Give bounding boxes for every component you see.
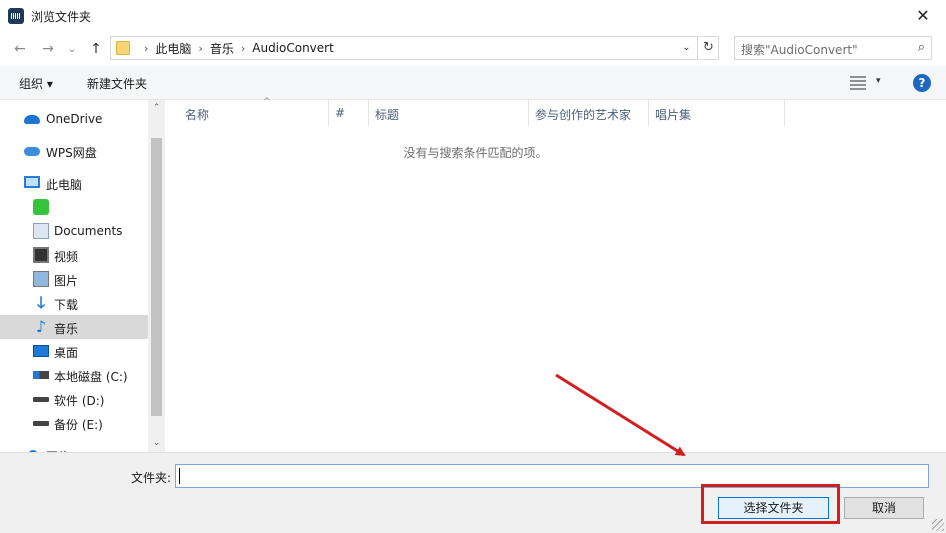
picture-icon xyxy=(33,271,49,287)
sidebar-item-wps-drive[interactable]: WPS网盘 xyxy=(0,139,148,163)
system-drive-icon xyxy=(33,371,49,379)
view-dropdown-icon[interactable]: ▾ xyxy=(876,76,881,86)
sidebar-item-drive-c[interactable]: 本地磁盘 (C:) xyxy=(0,363,148,387)
column-header-album[interactable]: 唱片集 xyxy=(649,100,785,126)
command-toolbar: 组织 ▾ 新建文件夹 ▾ ? xyxy=(0,66,946,100)
refresh-icon[interactable]: ↻ xyxy=(699,36,719,60)
file-list[interactable]: 名称 ^ # 标题 参与创作的艺术家 唱片集 没有与搜索条件匹配的项。 xyxy=(165,97,946,452)
column-label: 参与创作的艺术家 xyxy=(535,108,632,122)
title-bar: 浏览文件夹 ✕ xyxy=(0,0,946,32)
text-cursor xyxy=(179,468,180,484)
search-input[interactable]: 搜索"AudioConvert" xyxy=(741,41,858,58)
new-folder-button[interactable]: 新建文件夹 xyxy=(87,75,147,92)
onedrive-icon xyxy=(24,115,40,124)
resize-grip[interactable] xyxy=(932,519,944,531)
drive-icon xyxy=(33,421,49,426)
column-header-name[interactable]: 名称 ^ xyxy=(179,97,329,126)
sidebar-item-drive-e[interactable]: 备份 (E:) xyxy=(0,411,148,435)
wps-cloud-icon xyxy=(24,147,40,156)
search-box[interactable]: 搜索"AudioConvert" ⌕ xyxy=(734,36,932,60)
sidebar-item-label: 视频 xyxy=(54,250,79,264)
scroll-up-icon[interactable]: ⌃ xyxy=(148,100,165,117)
green-app-icon xyxy=(33,199,49,215)
sidebar-item-label: Documents xyxy=(54,224,123,238)
sidebar-item-desktop[interactable]: 桌面 xyxy=(0,339,148,363)
scroll-down-icon[interactable]: ⌄ xyxy=(148,435,165,452)
sidebar-scrollbar[interactable]: ⌃ ⌄ xyxy=(148,100,165,452)
breadcrumb: › 此电脑 › 音乐 › AudioConvert xyxy=(137,37,334,59)
column-label: 唱片集 xyxy=(655,108,692,122)
sidebar-item-network[interactable]: 网络 xyxy=(0,443,148,452)
sidebar-item-label: 此电脑 xyxy=(46,178,83,192)
select-folder-button[interactable]: 选择文件夹 xyxy=(718,497,829,519)
sidebar-item-app-folder[interactable] xyxy=(0,195,148,219)
sidebar-item-downloads[interactable]: 🡓 下载 xyxy=(0,291,148,315)
organize-button[interactable]: 组织 ▾ xyxy=(19,75,53,92)
computer-icon xyxy=(24,176,40,188)
sidebar-item-music[interactable]: ♪ 音乐 xyxy=(0,315,148,339)
sidebar-item-label: OneDrive xyxy=(46,112,103,126)
sidebar-item-label: 软件 (D:) xyxy=(54,394,105,408)
column-header-artist[interactable]: 参与创作的艺术家 xyxy=(529,100,649,126)
address-dropdown-icon[interactable]: ⌄ xyxy=(675,37,697,59)
desktop-icon xyxy=(33,345,49,357)
back-button[interactable]: ← xyxy=(10,39,30,59)
sidebar-item-label: 图片 xyxy=(54,274,79,288)
navigation-pane: OneDrive WPS网盘 此电脑 Documents 视频 图片 🡓 下载 … xyxy=(0,100,148,452)
sidebar-item-label: WPS网盘 xyxy=(46,146,97,160)
view-options-icon[interactable] xyxy=(850,76,866,90)
address-bar[interactable]: › 此电脑 › 音乐 › AudioConvert ⌄ xyxy=(110,36,698,60)
drive-icon xyxy=(33,397,49,402)
breadcrumb-separator: › xyxy=(144,41,149,55)
column-label: # xyxy=(335,106,346,120)
empty-results-message: 没有与搜索条件匹配的项。 xyxy=(403,146,548,160)
cancel-button[interactable]: 取消 xyxy=(844,497,924,519)
sort-ascending-icon: ^ xyxy=(263,97,271,107)
sidebar-item-onedrive[interactable]: OneDrive xyxy=(0,107,148,131)
sidebar-item-label: 桌面 xyxy=(54,346,79,360)
music-note-icon: ♪ xyxy=(35,317,47,336)
scroll-thumb[interactable] xyxy=(151,138,162,416)
sidebar-item-drive-d[interactable]: 软件 (D:) xyxy=(0,387,148,411)
breadcrumb-music[interactable]: 音乐 xyxy=(210,40,234,57)
forward-button[interactable]: → xyxy=(38,39,58,59)
dialog-footer: 文件夹: 选择文件夹 取消 xyxy=(0,452,946,533)
folder-icon xyxy=(116,41,130,55)
close-button[interactable]: ✕ xyxy=(900,0,946,32)
help-icon[interactable]: ? xyxy=(913,74,931,92)
column-header-number[interactable]: # xyxy=(329,100,369,126)
sidebar-item-label: 音乐 xyxy=(54,322,79,336)
column-label: 名称 xyxy=(185,108,210,122)
sidebar-item-pictures[interactable]: 图片 xyxy=(0,267,148,291)
sidebar-item-this-pc[interactable]: 此电脑 xyxy=(0,171,148,195)
download-arrow-icon: 🡓 xyxy=(36,293,46,312)
sidebar-item-documents[interactable]: Documents xyxy=(0,219,148,243)
navigation-bar: ← → ⌄ ↑ › 此电脑 › 音乐 › AudioConvert ⌄ ↻ 搜索… xyxy=(0,32,946,66)
sidebar-item-label: 本地磁盘 (C:) xyxy=(54,370,128,384)
app-icon xyxy=(8,8,24,24)
search-icon[interactable]: ⌕ xyxy=(918,40,925,55)
breadcrumb-separator[interactable]: › xyxy=(241,42,245,55)
video-icon xyxy=(33,247,49,263)
column-header-title[interactable]: 标题 xyxy=(369,100,529,126)
recent-locations-button[interactable]: ⌄ xyxy=(62,39,82,59)
folder-label: 文件夹: xyxy=(131,471,172,485)
sidebar-item-label: 备份 (E:) xyxy=(54,418,103,432)
folder-name-input[interactable] xyxy=(175,464,929,488)
column-label: 标题 xyxy=(375,108,400,122)
sidebar-item-label: 下载 xyxy=(54,298,79,312)
document-icon xyxy=(33,223,49,239)
breadcrumb-separator[interactable]: › xyxy=(198,42,202,55)
breadcrumb-audioconvert[interactable]: AudioConvert xyxy=(252,41,334,55)
breadcrumb-this-pc[interactable]: 此电脑 xyxy=(155,40,191,57)
window-title: 浏览文件夹 xyxy=(31,10,92,24)
up-button[interactable]: ↑ xyxy=(86,39,106,59)
sidebar-item-videos[interactable]: 视频 xyxy=(0,243,148,267)
